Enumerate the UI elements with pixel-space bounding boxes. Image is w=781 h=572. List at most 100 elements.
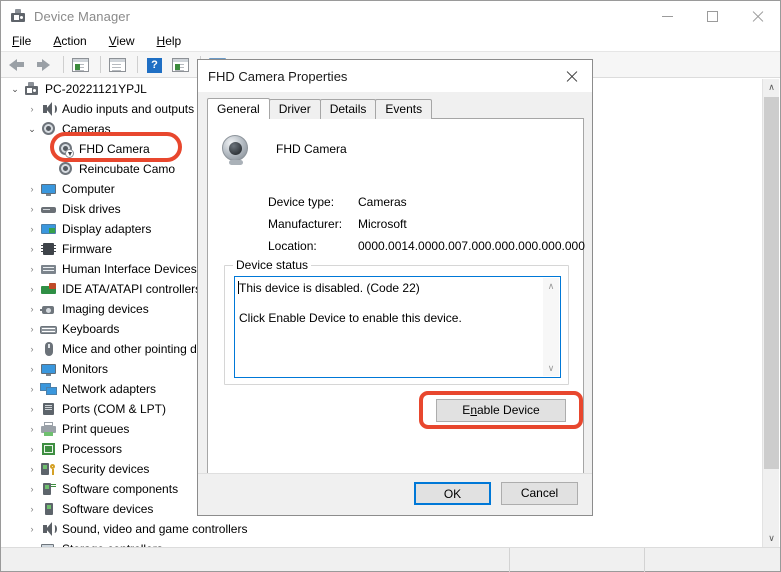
device-status-textbox[interactable]: This device is disabled. (Code 22) Click… <box>234 276 561 378</box>
tab-events[interactable]: Events <box>375 99 433 119</box>
chevron-right-icon[interactable]: › <box>24 404 40 414</box>
status-line-1: This device is disabled. (Code 22) <box>239 281 420 295</box>
chevron-right-icon[interactable]: › <box>24 224 40 234</box>
update-driver-icon[interactable] <box>169 54 193 76</box>
chevron-right-icon[interactable]: › <box>24 464 40 474</box>
scrollbar-thumb[interactable] <box>764 97 779 469</box>
tree-item-label: Human Interface Devices <box>62 262 197 276</box>
chevron-right-icon[interactable]: › <box>24 524 40 534</box>
status-panel-2 <box>510 548 645 572</box>
tab-strip: General Driver Details Events <box>207 98 433 119</box>
device-header: FHD Camera <box>220 133 347 165</box>
chevron-down-icon[interactable]: ⌄ <box>7 84 23 95</box>
tree-item-label: Reincubate Camo <box>79 162 176 176</box>
chevron-right-icon[interactable]: › <box>24 384 40 394</box>
tree-item-label: Network adapters <box>62 382 157 396</box>
menu-file[interactable]: File <box>1 31 42 51</box>
tab-driver[interactable]: Driver <box>268 99 321 119</box>
dialog-titlebar: FHD Camera Properties <box>198 60 592 92</box>
device-status-legend: Device status <box>233 258 312 272</box>
property-row: Location: 0000.0014.0000.007.000.000.000… <box>268 235 585 257</box>
mouse-icon <box>40 341 57 357</box>
tree-item-label: FHD Camera <box>79 142 150 156</box>
printer-icon <box>40 421 57 437</box>
show-hidden-icon[interactable] <box>106 54 130 76</box>
dialog-title: FHD Camera Properties <box>208 68 348 84</box>
webcam-icon <box>220 133 252 165</box>
maximize-button[interactable] <box>690 1 735 31</box>
properties-icon[interactable] <box>69 54 93 76</box>
tree-item-label: Storage controllers <box>62 539 163 547</box>
ide-controller-icon <box>40 281 57 297</box>
tree-item[interactable]: › Sound, video and game controllers <box>1 519 758 539</box>
tree-item-label: Software devices <box>62 502 154 516</box>
tree-item-label: Audio inputs and outputs <box>62 102 195 116</box>
chevron-right-icon[interactable]: › <box>24 304 40 314</box>
dialog-close-icon[interactable] <box>550 60 592 92</box>
tree-item-label: Print queues <box>62 422 130 436</box>
monitor-icon <box>40 181 57 197</box>
menu-help[interactable]: Help <box>146 31 193 51</box>
software-device-icon <box>40 501 57 517</box>
chevron-right-icon[interactable]: › <box>24 264 40 274</box>
chevron-right-icon[interactable]: › <box>24 104 40 114</box>
status-scroll-down-icon[interactable]: ∨ <box>543 360 559 376</box>
ok-button[interactable]: OK <box>414 482 491 505</box>
back-icon[interactable] <box>6 54 30 76</box>
chevron-down-icon[interactable]: ⌄ <box>24 124 40 135</box>
scroll-down-icon[interactable]: ∨ <box>763 530 780 547</box>
status-scroll-up-icon[interactable]: ∧ <box>543 278 559 294</box>
manufacturer-label: Manufacturer: <box>268 217 343 231</box>
window-controls <box>645 1 780 31</box>
tree-item-label: Ports (COM & LPT) <box>62 402 167 416</box>
tree-item-label: Sound, video and game controllers <box>62 522 248 536</box>
hid-icon <box>40 261 57 277</box>
tab-details[interactable]: Details <box>319 99 377 119</box>
camera-icon <box>57 161 74 177</box>
chevron-right-icon[interactable]: › <box>24 364 40 374</box>
chevron-right-icon[interactable]: › <box>24 504 40 514</box>
tree-item-label: IDE ATA/ATAPI controllers <box>62 282 202 296</box>
tree-item[interactable]: ›Storage controllers <box>1 539 758 547</box>
menu-action[interactable]: Action <box>42 31 97 51</box>
chevron-right-icon[interactable]: › <box>24 204 40 214</box>
tree-item-label: Imaging devices <box>62 302 149 316</box>
device-type-value: Cameras <box>358 195 407 209</box>
device-status-group: Device status This device is disabled. (… <box>224 258 569 385</box>
tree-item-label: Display adapters <box>62 222 152 236</box>
chevron-right-icon[interactable]: › <box>24 244 40 254</box>
close-button[interactable] <box>735 1 780 31</box>
chevron-right-icon[interactable]: › <box>24 424 40 434</box>
dialog-body: General Driver Details Events FHD Camera… <box>198 92 592 515</box>
chevron-right-icon[interactable]: › <box>24 284 40 294</box>
status-text-scrollbar[interactable]: ∧ ∨ <box>543 278 559 376</box>
chevron-right-icon[interactable]: › <box>24 184 40 194</box>
chevron-right-icon[interactable]: › <box>24 344 40 354</box>
camera-icon <box>40 121 57 137</box>
tree-item-label: Security devices <box>62 462 150 476</box>
chevron-right-icon[interactable]: › <box>24 444 40 454</box>
menu-bar: File Action View Help <box>1 31 780 52</box>
device-properties: Device type: Cameras Manufacturer: Micro… <box>268 191 585 257</box>
tree-vertical-scrollbar[interactable]: ∧ ∨ <box>762 79 779 547</box>
manufacturer-value: Microsoft <box>358 217 407 231</box>
computer-icon <box>23 81 40 97</box>
enable-device-button[interactable]: Enable Device <box>436 399 566 422</box>
menu-view[interactable]: View <box>98 31 146 51</box>
toolbar-separator-3 <box>137 56 138 73</box>
processor-icon <box>40 441 57 457</box>
tab-general[interactable]: General <box>207 98 270 119</box>
tree-item-label: Computer <box>62 182 115 196</box>
chevron-right-icon[interactable]: › <box>24 484 40 494</box>
display-adapter-icon <box>40 221 57 237</box>
toolbar-separator-1 <box>63 56 64 73</box>
status-line-2: Click Enable Device to enable this devic… <box>239 311 462 325</box>
scroll-up-icon[interactable]: ∧ <box>763 79 780 96</box>
chevron-right-icon[interactable]: › <box>24 324 40 334</box>
minimize-button[interactable] <box>645 1 690 31</box>
forward-icon[interactable] <box>32 54 56 76</box>
help-icon[interactable]: ? <box>143 54 167 76</box>
cancel-button[interactable]: Cancel <box>501 482 578 505</box>
device-name: FHD Camera <box>276 142 347 156</box>
tree-item-label: Cameras <box>62 122 111 136</box>
